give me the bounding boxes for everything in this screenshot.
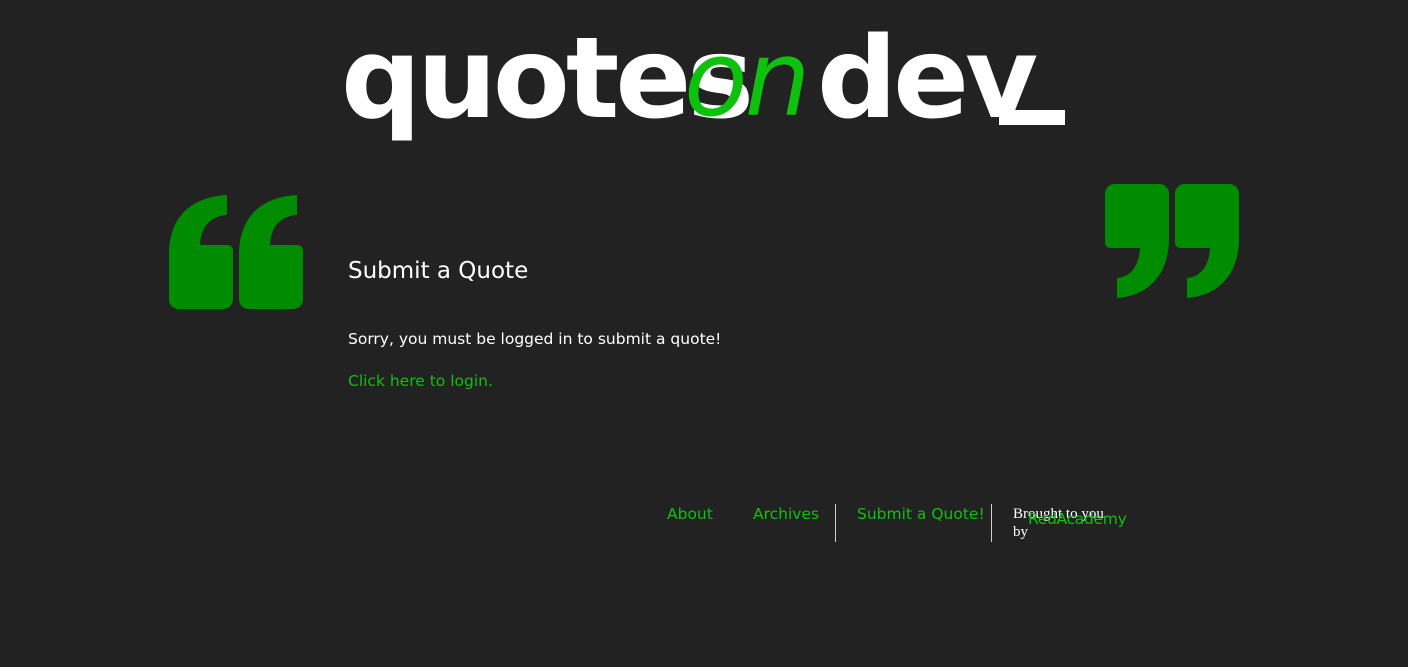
footer-link-submit-quote[interactable]: Submit a Quote! <box>857 503 985 525</box>
site-logo[interactable]: quotes on dev <box>341 14 1071 144</box>
footer-divider <box>835 504 836 542</box>
site-footer: About Archives Submit a Quote! Brought t… <box>0 500 1408 550</box>
footer-credit: Brought to you by RedAcademy <box>1013 505 1127 541</box>
logo-word-on: on <box>684 18 811 140</box>
open-quote-icon <box>169 195 303 309</box>
footer-divider <box>991 504 992 542</box>
footer-link-archives[interactable]: Archives <box>753 503 819 525</box>
login-required-message: Sorry, you must be logged in to submit a… <box>348 330 722 348</box>
logo-cursor-underscore <box>999 110 1065 125</box>
credit-by-text: by <box>1013 524 1028 540</box>
page-title: Submit a Quote <box>348 258 529 284</box>
redacademy-link[interactable]: RedAcademy <box>1028 508 1127 530</box>
footer-link-about[interactable]: About <box>667 503 713 525</box>
login-link[interactable]: Click here to login. <box>348 370 493 392</box>
submit-quote-section: Submit a Quote Sorry, you must be logged… <box>348 254 1048 390</box>
close-quote-icon <box>1105 184 1239 298</box>
